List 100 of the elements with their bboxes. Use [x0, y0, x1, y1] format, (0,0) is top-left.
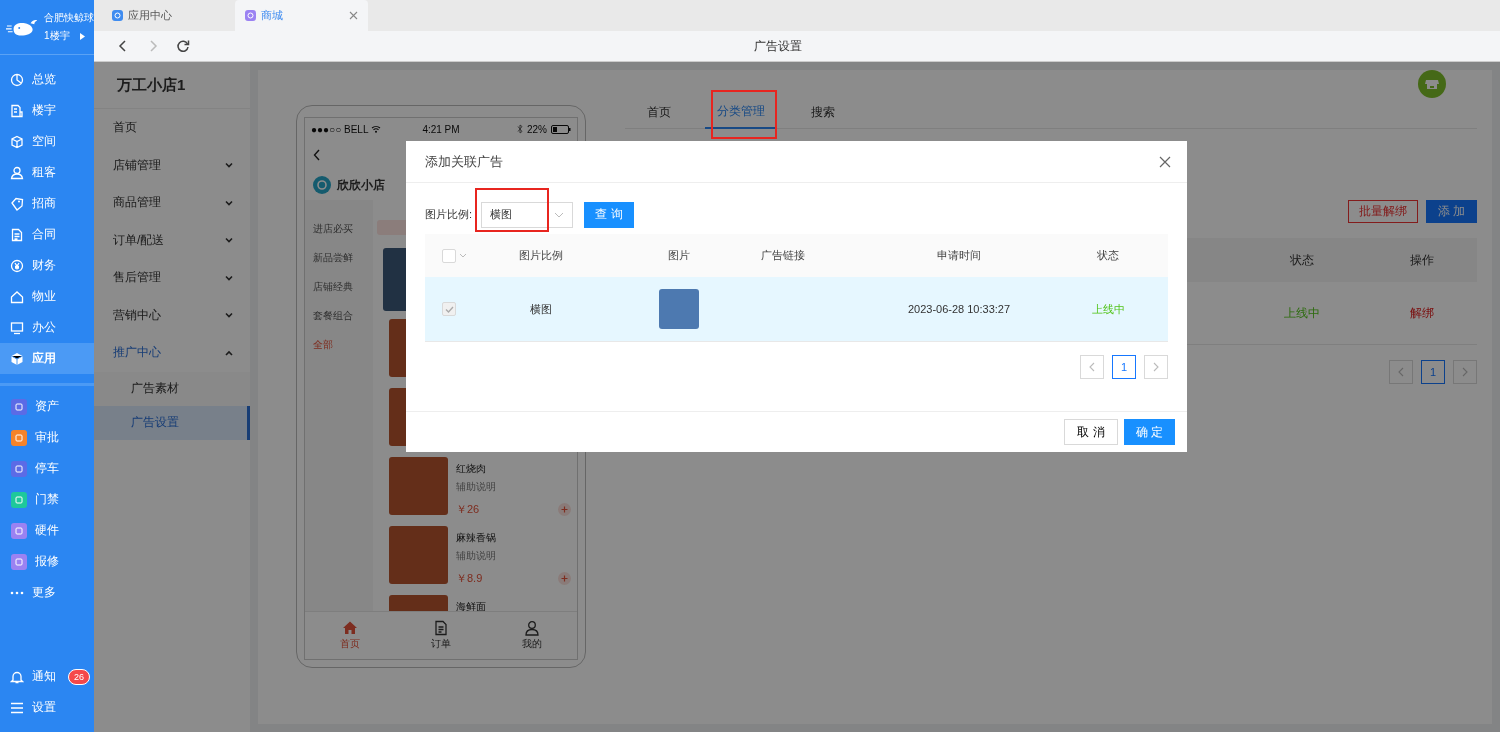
next-page-button[interactable]: [1453, 360, 1477, 384]
ratio-dropdown[interactable]: 横图: [481, 201, 574, 228]
cube-icon: [10, 351, 24, 366]
chevron-left-icon: [1089, 362, 1095, 372]
tab-bar-item[interactable]: 首页: [305, 612, 396, 659]
sidebar-item[interactable]: 办公: [0, 312, 94, 343]
page-button[interactable]: 1: [1112, 355, 1136, 379]
bluetooth-icon: [517, 124, 523, 134]
price: ￥8.9: [456, 571, 484, 586]
document-icon: [433, 620, 449, 636]
tab[interactable]: 搜索: [799, 95, 847, 129]
sidebar-item[interactable]: 总览: [0, 64, 94, 95]
sidebar-item[interactable]: 通知 26: [0, 661, 94, 692]
sidebar-item[interactable]: 物业: [0, 281, 94, 312]
person-icon: [523, 620, 540, 636]
column-header: 状态: [1289, 251, 1315, 269]
sidebar-item[interactable]: 审批: [0, 422, 94, 453]
chevron-right-icon: [1462, 367, 1468, 377]
app-icon: [245, 10, 256, 21]
app-icon: [112, 10, 123, 21]
plus-icon[interactable]: [558, 572, 571, 585]
sidebar-item[interactable]: 资产: [0, 391, 94, 422]
menu-item[interactable]: 订单/配送: [94, 221, 250, 259]
menu-item[interactable]: 店铺管理: [94, 146, 250, 184]
tab-bar-item[interactable]: 订单: [395, 612, 487, 659]
cancel-button[interactable]: 取 消: [1064, 419, 1118, 445]
glyph-icon: [15, 557, 23, 566]
category-item[interactable]: 全部: [305, 330, 373, 359]
home-icon: [342, 620, 359, 636]
filter-label: 图片比例:: [425, 207, 473, 222]
confirm-button[interactable]: 确 定: [1123, 419, 1175, 445]
sidebar-item[interactable]: 更多: [0, 577, 94, 608]
building-selector[interactable]: 1楼宇: [44, 29, 70, 43]
document-icon: [10, 227, 24, 242]
time-text: 4:21 PM: [422, 123, 460, 135]
tab[interactable]: 分类管理: [705, 95, 777, 129]
page-button[interactable]: 1: [1421, 360, 1445, 384]
shop-icon[interactable]: [1418, 70, 1446, 98]
plus-icon[interactable]: [558, 503, 571, 516]
building-icon: [10, 103, 24, 118]
whale-logo-icon: [6, 17, 40, 37]
glyph-icon: [15, 402, 23, 411]
check-icon: [444, 305, 454, 313]
column-header: 申请时间: [936, 248, 982, 263]
unbind-link[interactable]: 解绑: [1367, 304, 1477, 322]
menu-item[interactable]: 商品管理: [94, 184, 250, 222]
menu-item[interactable]: 广告设置: [94, 405, 250, 440]
sidebar-item[interactable]: 楼宇: [0, 95, 94, 126]
photo-placeholder: [659, 289, 699, 329]
reload-icon[interactable]: [176, 39, 190, 53]
sidebar-item[interactable]: 空间: [0, 126, 94, 157]
query-button[interactable]: 查 询: [584, 201, 635, 228]
sidebar-item[interactable]: 合同: [0, 219, 94, 250]
sidebar-item[interactable]: 报修: [0, 546, 94, 577]
category-item[interactable]: 进店必买: [305, 214, 373, 243]
sidebar-item[interactable]: 硬件: [0, 515, 94, 546]
wifi-icon: [371, 125, 382, 133]
page-title: 广告设置: [754, 37, 802, 55]
menu-item[interactable]: 营销中心: [94, 296, 250, 334]
category-item[interactable]: 店铺经典: [305, 272, 373, 301]
shop-logo-icon: [313, 176, 331, 194]
product-name: 红烧肉: [456, 462, 487, 476]
category-item[interactable]: 新品尝鲜: [305, 243, 373, 272]
menu-item[interactable]: 首页: [94, 109, 250, 147]
battery-icon: [551, 124, 571, 134]
photo-placeholder: [389, 457, 448, 515]
table-row[interactable]: 横图 2023-06-28 10:33:27 上线中: [425, 277, 1168, 342]
next-page-button[interactable]: [1144, 355, 1168, 379]
tab[interactable]: 首页: [635, 95, 683, 129]
checkbox[interactable]: [442, 302, 456, 316]
sidebar-item[interactable]: 租客: [0, 157, 94, 188]
product-name: 麻辣香锅: [456, 531, 497, 545]
column-header: 图片: [667, 248, 691, 263]
product-note: 辅助说明: [456, 480, 497, 494]
photo-placeholder: [389, 526, 448, 584]
browser-tab[interactable]: 应用中心: [102, 0, 235, 31]
monitor-icon: [10, 320, 24, 335]
sidebar-item[interactable]: 财务: [0, 250, 94, 281]
column-header: 操作: [1409, 251, 1435, 269]
browser-tab[interactable]: 商城: [235, 0, 368, 31]
sidebar-item[interactable]: 招商: [0, 188, 94, 219]
close-icon[interactable]: [1159, 155, 1171, 168]
category-item[interactable]: 套餐组合: [305, 301, 373, 330]
sidebar-item[interactable]: 应用: [0, 343, 94, 374]
menu-item[interactable]: 推广中心: [94, 334, 250, 372]
unbind-button[interactable]: 批量解绑: [1347, 200, 1418, 223]
prev-page-button[interactable]: [1080, 355, 1104, 379]
menu-item[interactable]: 广告素材: [94, 371, 250, 406]
checkbox[interactable]: [442, 248, 456, 263]
prev-page-button[interactable]: [1389, 360, 1413, 384]
menu-item[interactable]: 售后管理: [94, 259, 250, 297]
sidebar-item[interactable]: 门禁: [0, 484, 94, 515]
add-button[interactable]: 添 加: [1425, 200, 1477, 223]
column-header: 广告链接: [761, 248, 806, 263]
yen-icon: [10, 258, 24, 273]
sidebar-item[interactable]: 设置: [0, 692, 94, 723]
tab-bar-item[interactable]: 我的: [486, 612, 577, 659]
cube-icon: [10, 134, 24, 149]
sidebar-item[interactable]: 停车: [0, 453, 94, 484]
chevron-down-icon: [554, 211, 565, 218]
